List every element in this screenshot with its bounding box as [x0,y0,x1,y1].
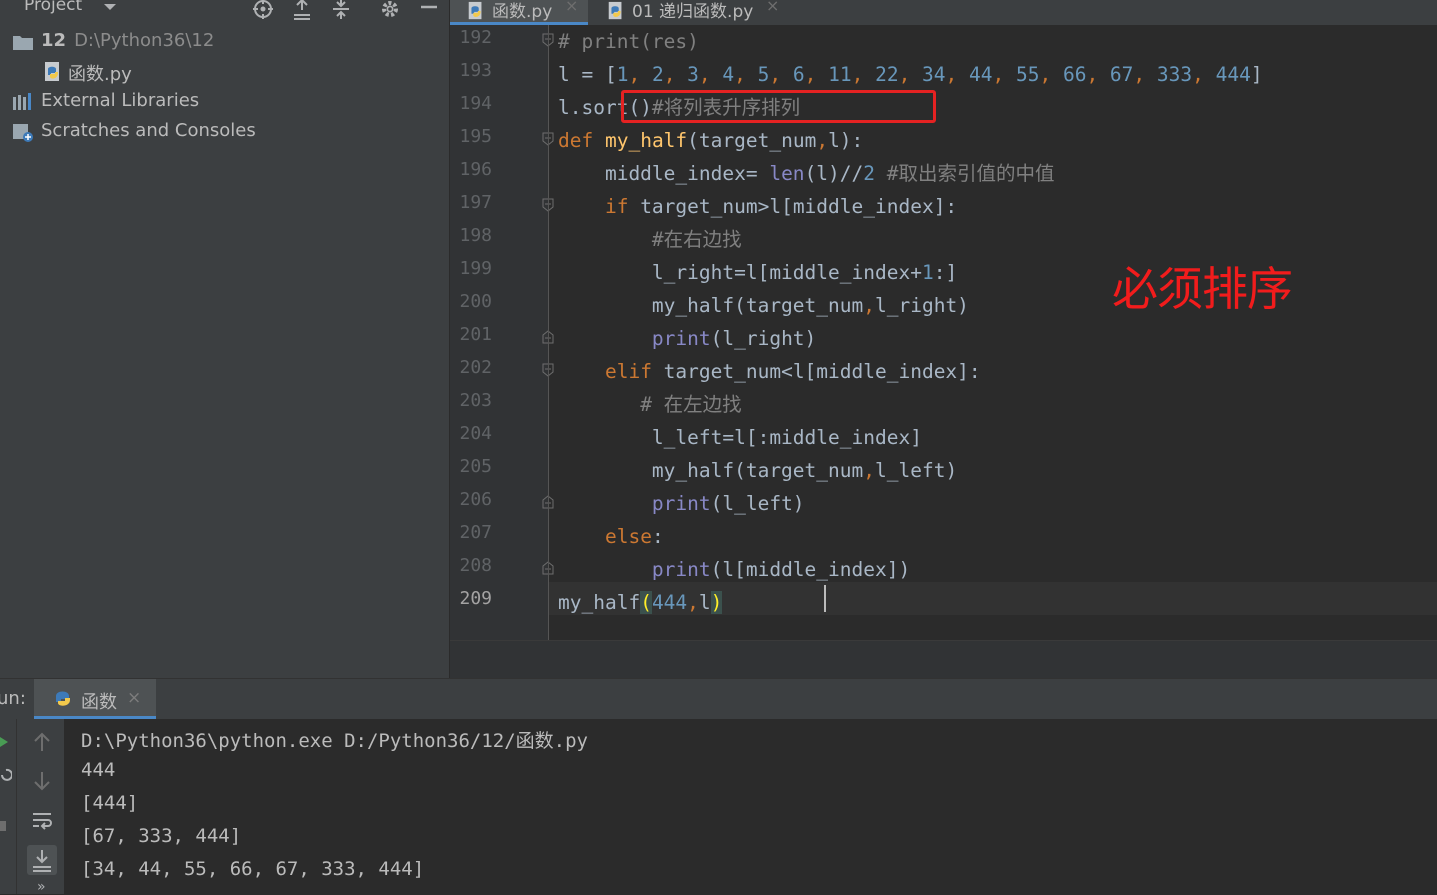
locate-icon[interactable] [252,0,274,20]
tab-close-icon[interactable]: × [565,0,578,15]
line-number-current: 209 [459,588,492,609]
line-number: 199 [459,258,492,279]
run-tab[interactable]: 函数 × [34,679,156,719]
run-panel: un: 函数 × » D:\Python36\python.exe D:/Pyt… [0,678,1437,895]
code-line: middle_index= len(l)//2 #取出索引值的中值 [558,162,1055,185]
text-caret [824,585,826,612]
line-number: 204 [459,423,492,444]
line-number: 207 [459,522,492,543]
console-line: [34, 44, 55, 66, 67, 333, 444] [81,858,425,880]
code-line: elif target_num<l[middle_index]: [604,360,981,383]
code-line: my_half(target_num,l_left) [558,459,958,482]
code-line: l_right=l[middle_index+1:] [558,261,958,284]
python-file-icon [45,62,59,81]
tab-label: 函数.py [492,2,553,22]
console-line: [67, 333, 444] [81,825,242,847]
tab-hanshu-py[interactable]: 函数.py × [450,0,588,25]
project-view-title[interactable]: Project [24,0,82,15]
code-line: else: [604,525,664,548]
tab-close-icon[interactable]: × [766,0,779,15]
line-number-gutter[interactable]: 192 193 194 195 196 197 198 199 200 201 … [450,25,554,640]
project-panel: Project 12 D:\Python36\12 函数.py External… [0,0,449,678]
code-line: l = [1, 2, 3, 4, 5, 6, 11, 22, 34, 44, 5… [558,63,1263,86]
refresh-icon[interactable] [0,767,12,783]
external-libraries-label: External Libraries [41,90,200,111]
gear-icon[interactable] [379,0,401,20]
line-number: 205 [459,456,492,477]
line-number: 193 [459,60,492,81]
scratches-icon [13,124,33,142]
console-line: 444 [81,759,116,781]
python-icon [56,691,70,706]
expand-all-icon[interactable] [291,0,313,20]
console-line: [444] [81,792,139,814]
highlight-box [621,90,936,123]
close-icon[interactable]: × [127,688,141,708]
code-line: # 在左边找 [640,393,742,416]
code-editor[interactable]: 函数.py × 01 递归函数.py × 192 193 194 195 196… [450,0,1437,679]
code-line: my_half(target_num,l_right) [558,294,969,317]
code-line: my_half(444,l) [558,591,723,614]
line-number: 196 [459,159,492,180]
folder-icon [13,36,33,50]
run-tab-label: 函数 [81,692,117,713]
python-file-icon [608,1,622,20]
run-label: un: [0,688,26,709]
code-text-area[interactable]: # print(res) l = [1, 2, 3, 4, 5, 6, 11, … [549,25,1437,640]
line-number: 195 [459,126,492,147]
line-number: 206 [459,489,492,510]
file-label: 函数.py [68,64,132,85]
code-line: #在右边找 [651,228,742,251]
line-number: 201 [459,324,492,345]
editor-tab-bar: 函数.py × 01 递归函数.py × [450,0,1437,25]
soft-wrap-icon[interactable] [31,810,53,832]
code-line: # print(res) [558,30,699,53]
code-line: print(l[middle_index]) [651,558,911,581]
console-line: D:\Python36\python.exe D:/Python36/12/函数… [81,730,588,752]
line-number: 200 [459,291,492,312]
code-line: l_left=l[:middle_index] [558,426,922,449]
line-number: 194 [459,93,492,114]
python-file-icon [468,1,482,20]
code-line: print(l_left) [651,492,805,515]
run-toolbar: » [16,719,65,895]
project-toolbar: Project [0,0,449,22]
chevron-down-icon[interactable] [100,0,120,17]
line-number: 203 [459,390,492,411]
scroll-to-end-icon[interactable] [27,845,57,875]
line-number: 197 [459,192,492,213]
root-folder-path: D:\Python36\12 [74,30,215,51]
more-icon[interactable]: » [37,879,46,895]
rerun-icon[interactable] [0,735,10,749]
line-number: 198 [459,225,492,246]
console-output[interactable]: D:\Python36\python.exe D:/Python36/12/函数… [64,719,1437,894]
annotation-text: 必须排序 [1112,262,1293,316]
stop-icon[interactable] [0,819,8,833]
code-line: def my_half(target_num,l): [558,129,864,152]
editor-bottom-area [450,640,1437,679]
arrow-up-icon[interactable] [31,731,53,753]
line-number: 202 [459,357,492,378]
collapse-all-icon[interactable] [330,0,352,20]
run-left-strip [0,719,16,894]
line-number: 192 [459,27,492,48]
library-icon [13,93,31,110]
root-folder-name: 12 [41,30,67,51]
code-line: print(l_right) [651,327,817,350]
run-header: un: 函数 × [0,678,1437,719]
tab-recursion-py[interactable]: 01 递归函数.py × [590,0,790,25]
line-number: 208 [459,555,492,576]
code-line: if target_num>l[middle_index]: [604,195,958,218]
tab-label: 01 递归函数.py [632,2,754,22]
arrow-down-icon[interactable] [31,770,53,792]
scratches-label: Scratches and Consoles [41,120,256,141]
hide-icon[interactable] [418,0,440,20]
